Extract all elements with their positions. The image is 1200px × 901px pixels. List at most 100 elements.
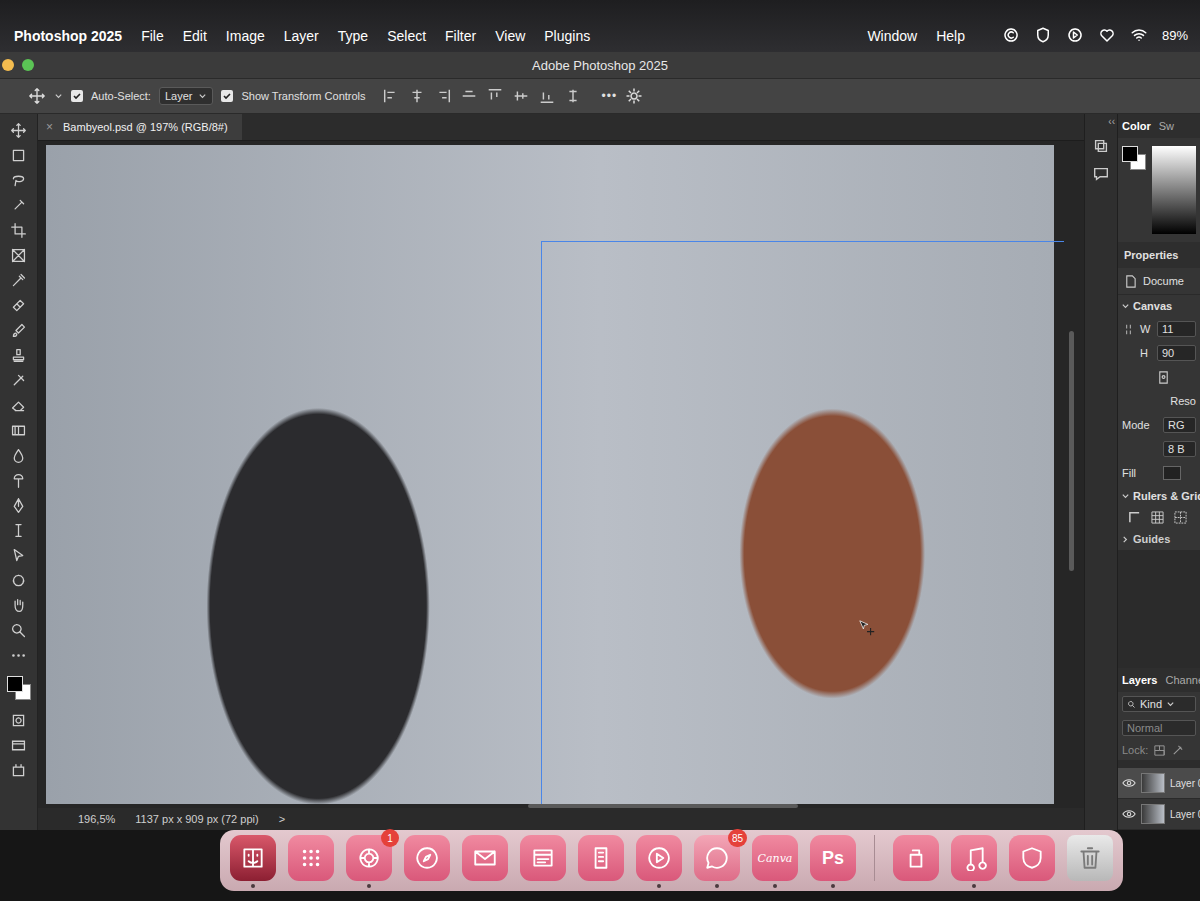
transform-bounding-box[interactable] (541, 241, 1064, 808)
shape-icon[interactable] (10, 572, 27, 589)
music-app-icon[interactable] (951, 835, 997, 881)
menu-item[interactable]: Window (867, 28, 917, 44)
pen-icon[interactable] (10, 497, 27, 514)
files-app-icon[interactable] (578, 835, 624, 881)
history-brush-icon[interactable] (10, 372, 27, 389)
heart-icon[interactable] (1098, 26, 1116, 44)
auto-select-dropdown[interactable]: Layer (159, 87, 214, 105)
panel-tab[interactable]: Layers (1122, 674, 1157, 686)
video-app-icon[interactable] (636, 835, 682, 881)
pixel-grid-icon[interactable] (1174, 511, 1187, 524)
eraser-icon[interactable] (10, 397, 27, 414)
menu-item[interactable]: Plugins (544, 28, 590, 44)
dock-item[interactable] (893, 835, 939, 888)
heal-icon[interactable] (10, 297, 27, 314)
type-icon[interactable] (10, 522, 27, 539)
canvas-section-header[interactable]: Canvas (1118, 295, 1200, 317)
brush-icon[interactable] (10, 322, 27, 339)
eye-icon[interactable] (1122, 809, 1136, 819)
document-tab[interactable]: ×Bambyeol.psd @ 197% (RGB/8#) (38, 114, 242, 140)
crop-icon[interactable] (10, 222, 27, 239)
eyedropper-icon[interactable] (10, 272, 27, 289)
layer-name[interactable]: Layer 0 (1170, 809, 1200, 820)
app-menu[interactable]: Photoshop 2025 (14, 28, 122, 44)
dodge-icon[interactable] (10, 472, 27, 489)
dock-item[interactable] (951, 835, 997, 888)
wifi-icon[interactable] (1130, 26, 1148, 44)
menu-item[interactable]: Layer (284, 28, 319, 44)
dock-item[interactable] (1009, 835, 1055, 888)
horizontal-scrollbar[interactable] (528, 804, 798, 808)
dock-item[interactable] (288, 835, 334, 888)
frame-icon[interactable] (10, 247, 27, 264)
chevron-down-icon[interactable] (54, 92, 63, 101)
gradient-icon[interactable] (10, 422, 27, 439)
width-field[interactable]: 11 (1157, 321, 1196, 337)
move-tool-icon[interactable] (28, 87, 46, 105)
align-icon[interactable] (408, 87, 426, 105)
grid-icon[interactable] (1151, 511, 1164, 524)
menu-item[interactable]: Filter (445, 28, 476, 44)
dock-item[interactable] (404, 835, 450, 888)
lock-transparency-icon[interactable] (1153, 744, 1166, 757)
layer-row[interactable]: Layer 0 (1118, 768, 1200, 799)
canvas-photo[interactable] (46, 145, 1054, 804)
battery-level[interactable]: 89% (1162, 28, 1188, 43)
screen-mode-icon[interactable] (10, 737, 27, 754)
color-swatches[interactable] (1122, 146, 1146, 170)
layer-filter-dropdown[interactable]: Kind (1122, 696, 1196, 712)
panel-tab[interactable]: Sw (1159, 120, 1174, 132)
dock-item[interactable] (636, 835, 682, 888)
dock-item[interactable] (230, 835, 276, 888)
align-icon[interactable] (538, 87, 556, 105)
height-field[interactable]: 90 (1157, 345, 1196, 361)
layer-name[interactable]: Layer 0 (1170, 778, 1200, 789)
history-icon[interactable] (1092, 137, 1110, 155)
zoom-icon[interactable] (10, 622, 27, 639)
minimize-button[interactable] (2, 59, 14, 71)
canva-app-icon[interactable]: Canva (752, 835, 798, 881)
align-icon[interactable] (512, 87, 530, 105)
link-icon[interactable] (1122, 323, 1135, 336)
menu-item[interactable]: File (141, 28, 164, 44)
zoom-button[interactable] (22, 59, 34, 71)
trash-app-icon[interactable] (1067, 835, 1113, 881)
dock-item[interactable] (1067, 835, 1113, 888)
menu-item[interactable]: Help (936, 28, 965, 44)
foreground-color-swatch[interactable] (7, 676, 23, 692)
menu-item[interactable]: Type (338, 28, 368, 44)
quick-mask-icon[interactable] (10, 712, 27, 729)
mail-app-icon[interactable] (462, 835, 508, 881)
vertical-scrollbar[interactable] (1069, 331, 1074, 571)
gear-icon[interactable] (625, 87, 643, 105)
collapse-panels-button[interactable]: ‹‹ (1108, 116, 1117, 127)
status-menu-button[interactable]: > (279, 813, 285, 825)
quick-select-icon[interactable] (10, 197, 27, 214)
menu-item[interactable]: Image (226, 28, 265, 44)
launchpad-app-icon[interactable] (288, 835, 334, 881)
align-icon[interactable] (434, 87, 452, 105)
menu-item[interactable]: View (495, 28, 525, 44)
rulers-section-header[interactable]: Rulers & Grids (1118, 485, 1200, 507)
shield-app-icon[interactable] (1009, 835, 1055, 881)
comment-icon[interactable] (1092, 165, 1110, 183)
dock-item[interactable]: 1 (346, 835, 392, 888)
blur-icon[interactable] (10, 447, 27, 464)
lock-pixels-icon[interactable] (1171, 744, 1184, 757)
dock-item[interactable]: 85 (694, 835, 740, 888)
dock-item[interactable]: Ps (810, 835, 856, 888)
fill-swatch[interactable] (1163, 466, 1181, 480)
play-circle-icon[interactable] (1066, 26, 1084, 44)
transform-controls-checkbox[interactable] (221, 90, 233, 102)
more-icon[interactable] (10, 647, 27, 664)
align-icon[interactable] (486, 87, 504, 105)
menu-item[interactable]: Select (387, 28, 426, 44)
color-swatches[interactable] (7, 676, 31, 700)
dock-item[interactable] (520, 835, 566, 888)
layer-row[interactable]: Layer 0 (1118, 799, 1200, 830)
shield-icon[interactable] (1034, 26, 1052, 44)
align-icon[interactable] (460, 87, 478, 105)
align-icon[interactable] (382, 87, 400, 105)
safari-app-icon[interactable] (404, 835, 450, 881)
bit-depth-dropdown[interactable]: 8 B (1163, 441, 1196, 457)
